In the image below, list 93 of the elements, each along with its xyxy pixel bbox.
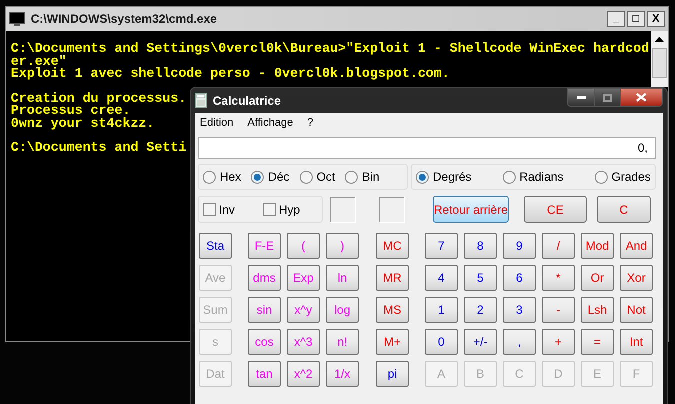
key-button[interactable]: M+ <box>376 329 409 355</box>
key-button[interactable]: ln <box>326 265 359 291</box>
radio-button[interactable] <box>416 170 429 184</box>
console-line: C:\Documents and Settings\0vercl0k\Bureau>"Exploit 1 - Shellcode WinExec hardcod <box>11 43 650 56</box>
window-control-button[interactable]: □ <box>627 11 645 27</box>
edit-button[interactable]: Retour arrière <box>433 196 509 223</box>
memory-indicator <box>330 196 356 222</box>
key-button[interactable]: * <box>542 265 575 291</box>
key-button[interactable]: Or <box>581 265 614 291</box>
console-line: Processus cree. <box>11 105 131 118</box>
checkbox-option[interactable]: Hyp <box>263 200 300 218</box>
radio-button[interactable] <box>345 170 358 184</box>
key-button[interactable]: MR <box>376 265 409 291</box>
key-button[interactable]: 9 <box>503 233 536 259</box>
key-button[interactable]: Int <box>620 329 653 355</box>
console-line: Creation du processus. <box>11 92 187 105</box>
parenthesis-indicator <box>379 196 405 222</box>
radio-option[interactable]: Grades <box>594 168 651 186</box>
key-button[interactable]: 7 <box>425 233 458 259</box>
radio-option[interactable]: Oct <box>300 168 336 186</box>
key-button[interactable]: x^3 <box>287 329 320 355</box>
key-button[interactable]: 8 <box>464 233 497 259</box>
key-button[interactable]: ) <box>326 233 359 259</box>
key-button[interactable]: log <box>326 297 359 323</box>
checkbox-option[interactable]: Inv <box>203 200 236 218</box>
key-button[interactable]: 4 <box>425 265 458 291</box>
key-button[interactable]: 1 <box>425 297 458 323</box>
close-icon <box>636 93 647 102</box>
scroll-up-icon[interactable] <box>655 37 664 42</box>
key-button[interactable]: cos <box>248 329 281 355</box>
radio-option[interactable]: Déc <box>251 168 290 186</box>
key-button[interactable]: Exp <box>287 265 320 291</box>
edit-button[interactable]: C <box>597 196 651 223</box>
maximize-button[interactable] <box>594 89 620 106</box>
menu-item[interactable]: Edition <box>200 114 234 132</box>
key-button[interactable]: sin <box>248 297 281 323</box>
close-button[interactable] <box>620 89 662 106</box>
scrollbar[interactable] <box>651 31 668 87</box>
key-button[interactable]: pi <box>376 361 409 387</box>
display-field: 0, <box>198 137 656 159</box>
minimize-button[interactable] <box>568 89 594 106</box>
window-control-button[interactable]: _ <box>607 11 625 27</box>
console-line: er.exe" <box>11 56 67 68</box>
radio-option[interactable]: Hex <box>203 168 242 186</box>
key-button[interactable]: And <box>620 233 653 259</box>
key-button[interactable]: MS <box>376 297 409 323</box>
key-button[interactable]: 0 <box>425 329 458 355</box>
key-button[interactable]: +/- <box>464 329 497 355</box>
key-button[interactable]: 6 <box>503 265 536 291</box>
key-button[interactable]: / <box>542 233 575 259</box>
key-button[interactable]: 5 <box>464 265 497 291</box>
checkbox[interactable] <box>203 203 216 216</box>
console-icon <box>9 12 25 26</box>
window-title: C:\WINDOWS\system32\cmd.exe <box>31 11 218 28</box>
menu-item[interactable]: Affichage <box>248 114 294 132</box>
console-line: C:\Documents and Setti <box>11 142 187 154</box>
radio-button[interactable] <box>502 170 516 184</box>
key-button[interactable]: F-E <box>248 233 281 259</box>
edit-button[interactable]: CE <box>524 196 587 223</box>
key-button[interactable]: 1/x <box>326 361 359 387</box>
key-button[interactable]: dms <box>248 265 281 291</box>
calculator-icon <box>195 93 207 108</box>
key-button[interactable]: x^y <box>287 297 320 323</box>
key-button[interactable]: = <box>581 329 614 355</box>
key-button[interactable]: 2 <box>464 297 497 323</box>
key-button[interactable]: - <box>542 297 575 323</box>
radio-option[interactable]: Bin <box>345 168 380 186</box>
key-button[interactable]: , <box>503 329 536 355</box>
key-button[interactable]: Mod <box>581 233 614 259</box>
checkbox[interactable] <box>263 203 276 216</box>
window-title: Calculatrice <box>213 92 282 110</box>
key-button[interactable]: ( <box>287 233 320 259</box>
radio-option[interactable]: Degrés <box>416 168 472 186</box>
scroll-thumb[interactable] <box>652 48 667 78</box>
key-button[interactable]: tan <box>248 361 281 387</box>
key-button[interactable]: Lsh <box>581 297 614 323</box>
window-control-button[interactable]: X <box>647 11 665 27</box>
radio-option[interactable]: Radians <box>502 168 564 186</box>
console-line: 0wnz your st4ckzz. <box>11 118 155 130</box>
key-button[interactable]: 3 <box>503 297 536 323</box>
radio-button[interactable] <box>300 170 313 184</box>
key-button[interactable]: n! <box>326 329 359 355</box>
radio-button[interactable] <box>251 170 264 184</box>
key-button[interactable]: Not <box>620 297 653 323</box>
radio-button[interactable] <box>203 170 216 184</box>
key-button[interactable]: MC <box>376 233 409 259</box>
key-button[interactable]: Xor <box>620 265 653 291</box>
radio-button[interactable] <box>594 170 608 184</box>
key-button[interactable]: + <box>542 329 575 355</box>
key-button[interactable]: x^2 <box>287 361 320 387</box>
console-line: Exploit 1 avec shellcode perso - 0vercl0k.blogspot.com. <box>11 68 450 80</box>
key-button[interactable]: Sta <box>199 233 232 259</box>
menu-item[interactable]: ? <box>307 114 314 132</box>
